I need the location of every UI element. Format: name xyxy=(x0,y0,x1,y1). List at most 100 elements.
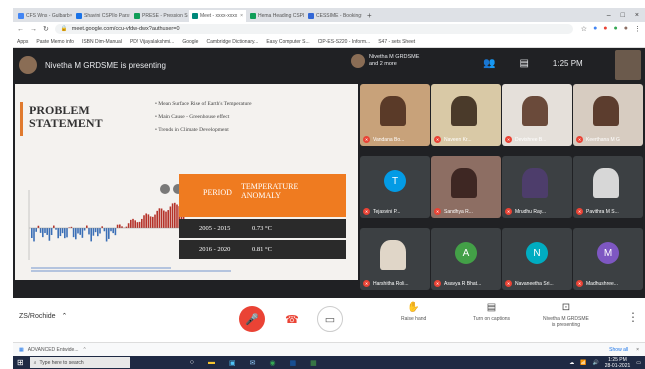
extension-icon[interactable]: ● xyxy=(603,25,607,33)
extension-icon[interactable]: ● xyxy=(593,25,597,33)
participant-tile[interactable]: ✕ Naveen Kr... xyxy=(431,84,501,146)
meeting-code[interactable]: ZS/Rochide ⌃ xyxy=(19,312,67,320)
chart-bar xyxy=(50,228,53,236)
maximize-button[interactable]: □ xyxy=(621,12,625,19)
browser-tab[interactable]: Shavini CSPIlo Pars× xyxy=(73,10,130,22)
participant-tile[interactable]: M ✕ Madhushree... xyxy=(573,228,643,290)
chat-icon[interactable]: ▤ xyxy=(519,58,528,69)
chrome-icon[interactable]: ◉ xyxy=(269,359,275,367)
participant-tile[interactable]: T ✕ Tejasvini P... xyxy=(360,156,430,218)
extension-icon[interactable]: ● xyxy=(614,25,618,33)
bookmark-item[interactable]: PD! Vijayalakshmi... xyxy=(130,39,174,45)
participant-name: Asavya R Bhat... xyxy=(444,280,482,287)
browser-tab[interactable]: Meet - xxxx-xxxx × xyxy=(189,10,246,22)
chart-bar xyxy=(53,225,55,228)
file-explorer-icon[interactable]: ▬ xyxy=(208,359,215,367)
participant-tile[interactable]: ✕ Keerthana M G xyxy=(573,84,643,146)
profile-avatar-icon[interactable]: ● xyxy=(624,25,628,33)
network-icon[interactable]: 📶 xyxy=(580,360,586,366)
browser-tab[interactable]: CFS Wns - Gulbarb × xyxy=(15,10,72,22)
participant-tile[interactable]: A ✕ Asavya R Bhat... xyxy=(431,228,501,290)
participant-tile[interactable]: N ✕ Navaneetha Sri... xyxy=(502,228,572,290)
app-icon[interactable]: ▦ xyxy=(310,359,317,367)
table-header: PERIOD TEMPERATURE ANOMALY xyxy=(179,174,346,217)
browser-tab[interactable]: CESSIME - Booking× xyxy=(305,10,362,22)
participant-name: Sandhya R... xyxy=(444,208,473,215)
captions-button[interactable]: ▤ Turn on captions xyxy=(473,302,510,322)
store-icon[interactable]: ▣ xyxy=(229,359,236,367)
file-icon: ▦ xyxy=(19,346,24,353)
bookmark-item[interactable]: ISBN Dim-Manual xyxy=(82,39,122,45)
bookmark-item[interactable]: Google xyxy=(182,39,198,45)
tab-close-icon[interactable]: × xyxy=(361,13,362,19)
chart-bar xyxy=(48,228,51,241)
raise-hand-button[interactable]: ✋ Raise hand xyxy=(401,302,426,322)
close-window-button[interactable]: × xyxy=(635,12,639,19)
participant-tile[interactable]: ✕ Harshitha Roli... xyxy=(360,228,430,290)
star-icon[interactable]: ☆ xyxy=(581,25,587,33)
downloads-bar: ▦ ADVANCED Entwide... ⌃ Show all × xyxy=(13,342,645,356)
chart-bar xyxy=(81,228,84,238)
reload-icon[interactable]: ↻ xyxy=(43,25,49,33)
bookmark-item[interactable]: ClP-ES-S220 - Inform... xyxy=(318,39,371,45)
bookmark-item[interactable]: S47 - sets Sheet xyxy=(378,39,415,45)
chart-bar xyxy=(35,228,37,232)
tab-label: Meet - xxxx-xxxx xyxy=(200,13,238,19)
people-icon[interactable]: 👥 xyxy=(483,58,495,69)
participant-tile[interactable]: ✕ Devishree B... xyxy=(502,84,572,146)
bookmark-item[interactable]: Cambridge Dictionary... xyxy=(206,39,258,45)
task-view-icon[interactable]: ○ xyxy=(190,359,194,367)
table-header-period: PERIOD xyxy=(203,188,232,197)
volume-icon[interactable]: 🔊 xyxy=(592,360,598,366)
participant-tile[interactable]: ✕ Vandana Bo... xyxy=(360,84,430,146)
back-arrow-icon[interactable]: ← xyxy=(17,26,24,33)
bookmark-item[interactable]: Apps xyxy=(17,39,28,45)
chart-bar xyxy=(138,221,141,228)
chart-bar xyxy=(165,211,167,228)
download-item[interactable]: ▦ ADVANCED Entwide... ⌃ xyxy=(19,347,87,353)
url-field[interactable]: 🔒 meet.google.com/ccu-vfdw-dwx?authuser=… xyxy=(54,24,573,34)
mic-toggle-button[interactable]: 🎤 xyxy=(239,306,265,332)
browser-tab[interactable]: PRESE - Pression Sn × xyxy=(131,10,188,22)
app-icon[interactable]: ▦ xyxy=(290,359,297,367)
taskbar-search-field[interactable]: ⌕ Type here to search xyxy=(29,357,130,368)
tab-close-icon[interactable]: × xyxy=(129,13,130,19)
more-options-icon[interactable]: ⋮ xyxy=(627,310,639,324)
leave-call-button[interactable]: ☎ xyxy=(279,306,305,332)
weather-icon[interactable]: ☁ xyxy=(569,360,574,366)
camera-toggle-button[interactable]: ▭ xyxy=(317,306,343,332)
tab-close-icon[interactable]: × xyxy=(70,13,72,19)
slide-control-icon[interactable] xyxy=(160,184,170,194)
presenting-button[interactable]: ⊡ Nivetha M GRDSME is presenting xyxy=(543,302,589,328)
extension-icons: ☆ ● ● ● ● ⋮ xyxy=(581,25,641,33)
participant-tile[interactable]: ✕ Mrudhu Ray... xyxy=(502,156,572,218)
bookmark-item[interactable]: Paste Memo info xyxy=(36,39,74,45)
browser-tab[interactable]: Hema Heading CSPL× xyxy=(247,10,304,22)
presenter-sub: and 2 more xyxy=(369,61,397,67)
forward-arrow-icon[interactable]: → xyxy=(30,26,37,33)
participant-tile[interactable]: ✕ Pavithra M S... xyxy=(573,156,643,218)
minimize-button[interactable]: – xyxy=(607,12,611,19)
notification-icon[interactable]: ▭ xyxy=(636,360,641,366)
chart-bar xyxy=(176,204,178,228)
bookmark-item[interactable]: Easy Computer S... xyxy=(266,39,309,45)
chart-bar xyxy=(99,228,101,234)
menu-dots-icon[interactable]: ⋮ xyxy=(634,25,641,33)
new-tab-button[interactable]: + xyxy=(367,11,372,20)
muted-mic-icon: ✕ xyxy=(434,280,441,287)
self-view-thumbnail[interactable] xyxy=(615,50,641,80)
close-icon[interactable]: × xyxy=(636,347,639,353)
chart-bar xyxy=(79,228,81,235)
muted-mic-icon: ✕ xyxy=(505,136,512,143)
participant-name-row: ✕ Mrudhu Ray... xyxy=(505,208,546,215)
mail-icon[interactable]: ✉ xyxy=(250,359,256,367)
windows-start-icon[interactable]: ⊞ xyxy=(17,358,24,367)
chart-bar xyxy=(169,206,172,228)
tab-close-icon[interactable]: × xyxy=(240,13,243,19)
participant-name-row: ✕ Keerthana M G xyxy=(576,136,620,143)
presenter-info[interactable]: Nivetha M GRDSME and 2 more xyxy=(351,54,419,68)
tray-time: 1:25 PM xyxy=(608,356,627,363)
participant-tile[interactable]: ✕ Sandhya R... xyxy=(431,156,501,218)
chart-bar xyxy=(103,228,106,232)
show-all-downloads-link[interactable]: Show all xyxy=(609,347,628,353)
